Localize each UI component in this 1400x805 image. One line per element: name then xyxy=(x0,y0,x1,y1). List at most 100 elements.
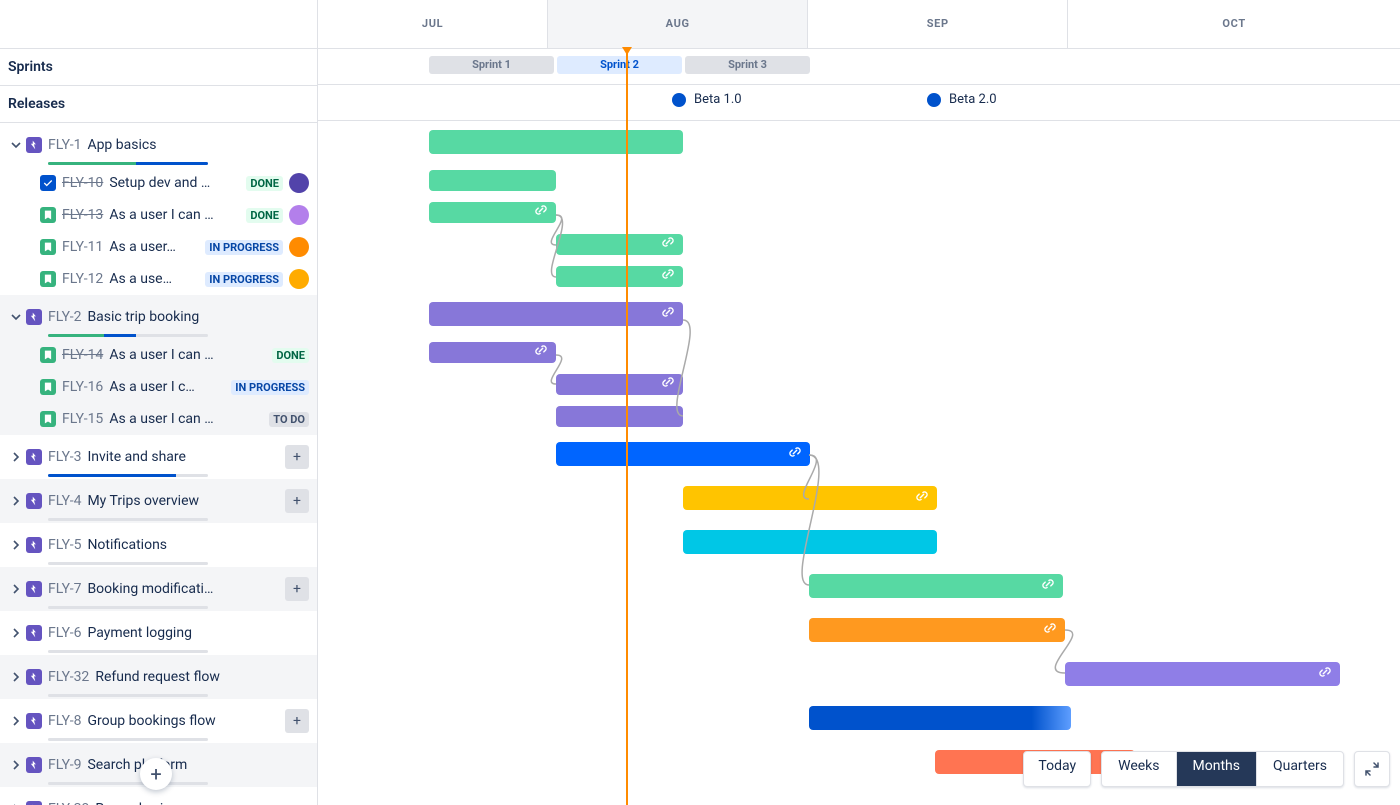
expand-toggle[interactable] xyxy=(8,625,24,641)
issue-key[interactable]: FLY-16 xyxy=(62,379,103,395)
timeline-bar-fly-6[interactable] xyxy=(809,618,1065,642)
sprint-2[interactable]: Sprint 2 xyxy=(557,56,682,74)
expand-toggle[interactable] xyxy=(8,757,24,773)
issue-row-fly-10[interactable]: FLY-10Setup dev and …DONE xyxy=(0,167,317,199)
issue-row-fly-5[interactable]: FLY-5Notifications xyxy=(0,523,317,567)
timeline-bar-fly-8[interactable] xyxy=(809,706,1071,730)
issue-title: Rewards signup and tracking xyxy=(95,801,225,805)
issue-key[interactable]: FLY-6 xyxy=(48,625,81,641)
issue-key[interactable]: FLY-13 xyxy=(62,207,103,223)
expand-toggle[interactable] xyxy=(8,137,24,153)
issue-row-fly-7[interactable]: FLY-7Booking modifications flow+ xyxy=(0,567,317,611)
timeline-bar-fly-13[interactable] xyxy=(429,202,556,223)
issue-row-fly-13[interactable]: FLY-13As a user I can …DONE xyxy=(0,199,317,231)
issue-key[interactable]: FLY-15 xyxy=(62,411,103,427)
issue-key[interactable]: FLY-32 xyxy=(48,669,89,685)
timeline-bar-fly-7[interactable] xyxy=(809,574,1063,598)
expand-toggle[interactable] xyxy=(8,309,24,325)
zoom-quarters[interactable]: Quarters xyxy=(1256,752,1343,786)
issue-key[interactable]: FLY-12 xyxy=(62,271,103,287)
issue-row-fly-4[interactable]: FLY-4My Trips overview+ xyxy=(0,479,317,523)
release-beta-2.0[interactable]: Beta 2.0 xyxy=(927,92,997,107)
issue-title: Group bookings flow xyxy=(87,713,215,729)
add-child-button[interactable]: + xyxy=(285,709,309,733)
timeline-bar-fly-32[interactable] xyxy=(1065,662,1340,686)
issue-row-fly-14[interactable]: FLY-14As a user I can book…DONE xyxy=(0,339,317,371)
link-icon xyxy=(661,375,675,393)
add-child-button[interactable]: + xyxy=(285,445,309,469)
issue-key[interactable]: FLY-1 xyxy=(48,137,81,153)
issue-row-fly-8[interactable]: FLY-8 Group bookings flow + xyxy=(0,699,317,743)
timeline-bar-fly-10[interactable] xyxy=(429,170,556,191)
issue-title: As a user… xyxy=(109,239,176,255)
avatar[interactable] xyxy=(289,173,309,193)
zoom-weeks[interactable]: Weeks xyxy=(1102,752,1175,786)
issue-title: As a user I c… xyxy=(109,379,194,395)
release-dot-icon xyxy=(672,93,686,107)
issue-key[interactable]: FLY-5 xyxy=(48,537,81,553)
issue-key[interactable]: FLY-28 xyxy=(48,801,89,805)
expand-toggle[interactable] xyxy=(8,801,24,805)
expand-toggle[interactable] xyxy=(8,713,24,729)
issue-row-fly-32[interactable]: FLY-32Refund request flow xyxy=(0,655,317,699)
timeline-bar-fly-5[interactable] xyxy=(683,530,937,554)
issue-row-fly-15[interactable]: FLY-15As a user I can boo…TO DO xyxy=(0,403,317,435)
issue-key[interactable]: FLY-9 xyxy=(48,757,81,773)
issue-key[interactable]: FLY-10 xyxy=(62,175,103,191)
link-icon xyxy=(1318,665,1332,683)
story-icon xyxy=(40,239,56,255)
issue-row-fly-6[interactable]: FLY-6Payment logging xyxy=(0,611,317,655)
release-beta-1.0[interactable]: Beta 1.0 xyxy=(672,92,742,107)
issue-row-fly-3[interactable]: FLY-3 Invite and share + xyxy=(0,435,317,479)
timeline-bar-fly-2[interactable] xyxy=(429,302,683,326)
epic-icon xyxy=(26,581,42,597)
collapse-panel-button[interactable] xyxy=(1354,751,1390,787)
timeline-bar-fly-11[interactable] xyxy=(556,234,683,255)
expand-toggle[interactable] xyxy=(8,581,24,597)
issue-row-fly-12[interactable]: FLY-12As a use…IN PROGRESS xyxy=(0,263,317,295)
issue-key[interactable]: FLY-7 xyxy=(48,581,81,597)
link-icon xyxy=(661,267,675,285)
add-child-button[interactable]: + xyxy=(285,577,309,601)
timeline-bar-fly-3[interactable] xyxy=(556,442,810,466)
avatar[interactable] xyxy=(289,269,309,289)
avatar[interactable] xyxy=(289,237,309,257)
issue-row-fly-1[interactable]: FLY-1App basics xyxy=(0,123,317,167)
sprint-1[interactable]: Sprint 1 xyxy=(429,56,554,74)
expand-toggle[interactable] xyxy=(8,669,24,685)
epic-icon xyxy=(26,309,42,325)
release-label: Beta 1.0 xyxy=(694,92,742,107)
timeline-bar-fly-16[interactable] xyxy=(556,374,683,395)
issue-row-fly-11[interactable]: FLY-11As a user…IN PROGRESS xyxy=(0,231,317,263)
progress-bar xyxy=(48,650,208,653)
issue-row-fly-16[interactable]: FLY-16As a user I c…IN PROGRESS xyxy=(0,371,317,403)
timeline-bar-fly-4[interactable] xyxy=(683,486,937,510)
issue-key[interactable]: FLY-4 xyxy=(48,493,81,509)
create-epic-button[interactable]: + xyxy=(140,758,172,790)
timeline-bar-fly-12[interactable] xyxy=(556,266,683,287)
issue-key[interactable]: FLY-11 xyxy=(62,239,103,255)
timeline[interactable]: JULAUGSEPOCT Sprint 1Sprint 2Sprint 3 Be… xyxy=(317,0,1400,805)
issue-title: As a use… xyxy=(109,271,172,287)
issue-title: Invite and share xyxy=(87,449,186,465)
timeline-bar-fly-1[interactable] xyxy=(429,130,683,154)
releases-header: Releases xyxy=(0,86,317,123)
sprint-3[interactable]: Sprint 3 xyxy=(685,56,810,74)
expand-toggle[interactable] xyxy=(8,449,24,465)
add-child-button[interactable]: + xyxy=(285,489,309,513)
issue-title: As a user I can book… xyxy=(109,347,214,363)
issue-key[interactable]: FLY-3 xyxy=(48,449,81,465)
epic-icon xyxy=(26,669,42,685)
avatar[interactable] xyxy=(289,205,309,225)
zoom-months[interactable]: Months xyxy=(1176,752,1256,786)
issue-key[interactable]: FLY-14 xyxy=(62,347,103,363)
timeline-bar-fly-15[interactable] xyxy=(556,406,683,427)
today-button[interactable]: Today xyxy=(1023,751,1091,787)
expand-toggle[interactable] xyxy=(8,493,24,509)
issue-key[interactable]: FLY-8 xyxy=(48,713,81,729)
timeline-bar-fly-14[interactable] xyxy=(429,342,556,363)
issue-key[interactable]: FLY-2 xyxy=(48,309,81,325)
progress-bar xyxy=(48,474,208,477)
expand-toggle[interactable] xyxy=(8,537,24,553)
issue-row-fly-2[interactable]: FLY-2Basic trip booking xyxy=(0,295,317,339)
